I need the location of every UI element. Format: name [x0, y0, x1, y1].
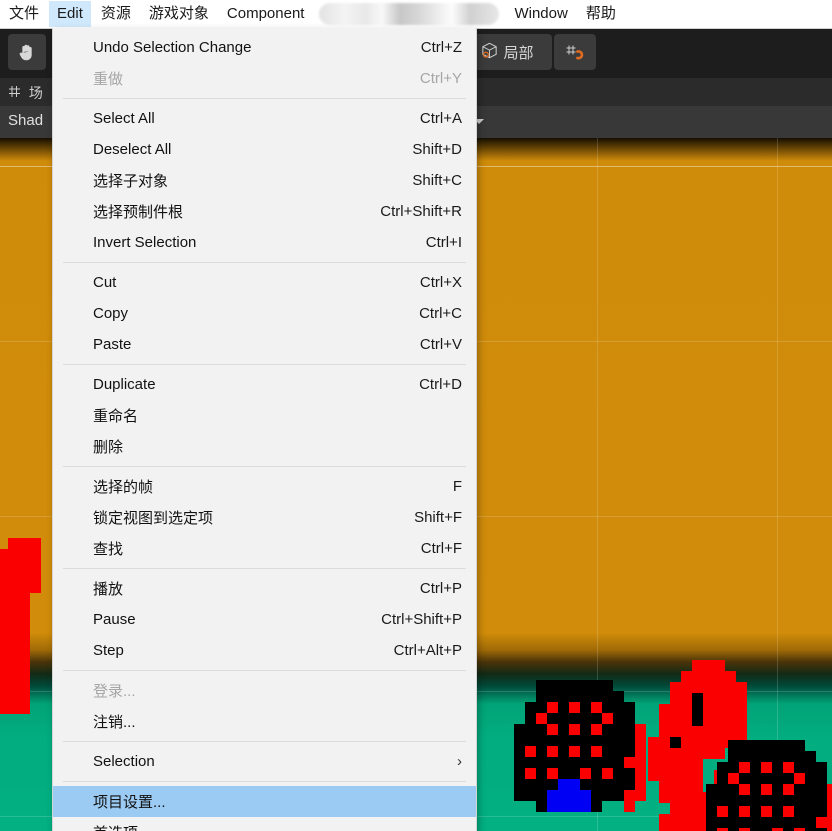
pivot-box-icon	[480, 41, 499, 64]
scene-tab[interactable]: 场	[8, 83, 43, 103]
grid-snap-icon[interactable]	[554, 34, 596, 70]
menu-item[interactable]: Pause Ctrl+Shift+P	[53, 604, 476, 635]
menu-item[interactable]: 首选项...	[53, 817, 476, 831]
menu-item-label: Copy	[93, 305, 129, 322]
menu-item[interactable]: Select All Ctrl+A	[53, 103, 476, 134]
menu-item-label: 删除	[93, 439, 124, 456]
menu-item-label: 锁定视图到选定项	[93, 510, 214, 527]
menu-item-shortcut: Ctrl+Alt+P	[393, 642, 462, 659]
menubar-item-gameobject[interactable]: 游戏对象	[141, 1, 217, 27]
menu-separator	[63, 98, 466, 99]
menu-separator	[63, 568, 466, 569]
menu-item-label: Pause	[93, 611, 136, 628]
menu-item-shortcut: Ctrl+I	[425, 234, 462, 251]
menu-item-label: 项目设置...	[93, 794, 166, 811]
menu-item-shortcut: Ctrl+P	[419, 580, 462, 597]
menu-item[interactable]: 播放 Ctrl+P	[53, 573, 476, 604]
menu-item-label: Cut	[93, 274, 117, 291]
menu-item-label: 查找	[93, 541, 124, 558]
menu-item[interactable]: Undo Selection Change Ctrl+Z	[53, 32, 476, 63]
menu-item-shortcut: Ctrl+D	[419, 376, 462, 393]
menubar-redacted-region	[319, 3, 500, 25]
menu-item[interactable]: Step Ctrl+Alt+P	[53, 635, 476, 666]
menu-item-shortcut: Shift+D	[412, 141, 462, 158]
menu-item-label: Duplicate	[93, 376, 156, 393]
menu-item-label: 重命名	[93, 408, 139, 425]
menu-item[interactable]: 选择子对象 Shift+C	[53, 165, 476, 196]
menu-item[interactable]: Duplicate Ctrl+D	[53, 369, 476, 400]
menu-item-label: Select All	[93, 110, 155, 127]
creature-right-body[interactable]	[706, 740, 832, 831]
menubar-item-edit[interactable]: Edit	[49, 1, 91, 27]
menu-item[interactable]: 删除	[53, 431, 476, 462]
menubar-item-component[interactable]: Component	[219, 1, 313, 27]
menu-item[interactable]: Paste Ctrl+V	[53, 329, 476, 360]
menu-item-label: Undo Selection Change	[93, 39, 252, 56]
pivot-space-label: 局部	[503, 44, 534, 62]
menu-item[interactable]: Invert Selection Ctrl+I	[53, 227, 476, 258]
menu-item[interactable]: 重命名	[53, 400, 476, 431]
menu-item[interactable]: 选择预制件根 Ctrl+Shift+R	[53, 196, 476, 227]
scene-tab-label: 场	[28, 85, 43, 101]
menu-item[interactable]: 项目设置...	[53, 786, 476, 817]
menu-separator	[63, 781, 466, 782]
menu-item[interactable]: 注销...	[53, 706, 476, 737]
grid-icon	[8, 85, 21, 101]
menu-item-shortcut: F	[452, 478, 462, 495]
chevron-right-icon: ›	[457, 753, 462, 770]
menu-item-shortcut: Ctrl+F	[420, 540, 462, 557]
menu-item-shortcut: Ctrl+X	[419, 274, 462, 291]
shading-mode-label[interactable]: Shad	[8, 112, 43, 129]
menu-item[interactable]: Deselect All Shift+D	[53, 134, 476, 165]
hand-pan-icon[interactable]	[8, 34, 46, 70]
menu-item-shortcut: Ctrl+V	[419, 336, 462, 353]
menu-item-label: 播放	[93, 581, 124, 598]
menu-item-label: 首选项...	[93, 822, 151, 831]
menu-item-label: 选择的帧	[93, 479, 154, 496]
menu-item-label: 注销...	[93, 714, 136, 731]
menu-item-label: Paste	[93, 336, 132, 353]
menu-separator	[63, 670, 466, 671]
menu-item-label: 重做	[93, 71, 124, 88]
menu-item[interactable]: 锁定视图到选定项 Shift+F	[53, 502, 476, 533]
menu-item-label: 登录...	[93, 683, 136, 700]
menu-item-shortcut: Ctrl+Shift+P	[381, 611, 462, 628]
menu-item-label: 选择子对象	[93, 173, 169, 190]
menu-separator	[63, 262, 466, 263]
menu-separator	[63, 466, 466, 467]
menubar-item-file[interactable]: 文件	[1, 1, 47, 27]
menu-bar: 文件 Edit 资源 游戏对象 Component Window 帮助	[0, 0, 832, 29]
menu-item-shortcut: Ctrl+C	[419, 305, 462, 322]
menu-item[interactable]: Selection ›	[53, 746, 476, 777]
menu-item: 登录...	[53, 675, 476, 706]
menu-item-label: Deselect All	[93, 141, 172, 158]
menu-item-shortcut: Ctrl+A	[419, 110, 462, 127]
menu-item-shortcut: Ctrl+Shift+R	[380, 203, 462, 220]
menu-separator	[63, 741, 466, 742]
menubar-item-help[interactable]: 帮助	[578, 1, 624, 27]
menu-item-shortcut: Shift+F	[414, 509, 462, 526]
menu-item: 重做 Ctrl+Y	[53, 63, 476, 94]
menu-item-label: Step	[93, 642, 124, 659]
menu-item[interactable]: Copy Ctrl+C	[53, 298, 476, 329]
menubar-item-assets[interactable]: 资源	[93, 1, 139, 27]
menu-item[interactable]: 选择的帧 F	[53, 471, 476, 502]
grid-line-vertical	[777, 138, 778, 831]
menu-item[interactable]: 查找 Ctrl+F	[53, 533, 476, 564]
menu-item-label: Selection	[93, 753, 155, 770]
menu-item-label: 选择预制件根	[93, 204, 184, 221]
menu-item[interactable]: Cut Ctrl+X	[53, 267, 476, 298]
menu-item-shortcut: Ctrl+Z	[420, 39, 462, 56]
app-window: 局部 场 Shad 文件 Edit 资源 游戏对象 Component Wind…	[0, 0, 832, 831]
menu-item-shortcut: Shift+C	[412, 172, 462, 189]
creature-left-body[interactable]	[514, 680, 646, 812]
menu-item-label: Invert Selection	[93, 234, 197, 251]
edit-dropdown-menu[interactable]: Undo Selection Change Ctrl+Z 重做 Ctrl+Y Selec…	[52, 28, 477, 831]
menu-item-shortcut: Ctrl+Y	[419, 70, 462, 87]
menu-separator	[63, 364, 466, 365]
menubar-item-window[interactable]: Window	[506, 1, 575, 27]
